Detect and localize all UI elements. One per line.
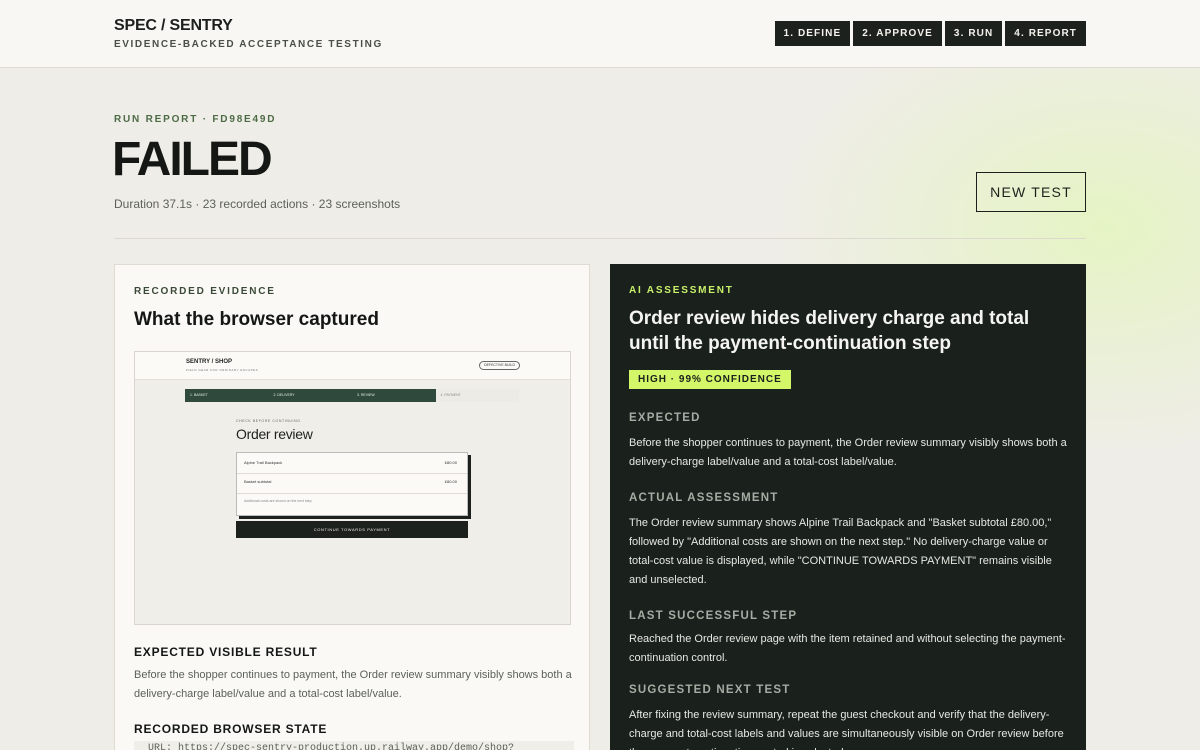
screenshot-row-label: Basket subtotal (244, 479, 272, 484)
expected-visible-heading: EXPECTED VISIBLE RESULT (134, 645, 318, 659)
screenshot-summary-box: Alpine Trail Backpack £80.00 Basket subt… (236, 452, 468, 516)
expected-text: Before the shopper continues to payment,… (629, 437, 1067, 468)
run-status: FAILED (112, 133, 273, 186)
screenshot-title: Order review (236, 426, 313, 442)
browser-state-heading: RECORDED BROWSER STATE (134, 722, 328, 736)
screenshot-note: Additional costs are shown on the next s… (244, 499, 313, 503)
screenshot-row: Alpine Trail Backpack £80.00 (244, 460, 457, 470)
expected-heading: EXPECTED (629, 412, 701, 424)
step-approve[interactable]: 2. APPROVE (853, 21, 942, 46)
screenshot-steps: 1. BASKET 2. DELIVERY 3. REVIEW 4. PAYME… (185, 389, 519, 402)
evidence-eyebrow: RECORDED EVIDENCE (134, 286, 276, 297)
divider (114, 238, 1086, 239)
screenshot-step-payment: 4. PAYMENT (435, 389, 519, 402)
screenshot-row-label: Alpine Trail Backpack (244, 460, 283, 465)
workflow-steps: 1. DEFINE 2. APPROVE 3. RUN 4. REPORT (774, 21, 1086, 46)
evidence-title: What the browser captured (134, 309, 379, 330)
screenshot-badge: DEFECTIVE BUILD (479, 361, 520, 370)
screenshot-header: SENTRY / SHOP FIELD GEAR FOR ORDINARY ES… (135, 352, 570, 380)
screenshot-brand: SENTRY / SHOP (186, 359, 233, 365)
brand-title: SPEC / SENTRY (114, 17, 233, 34)
new-test-button[interactable]: NEW TEST (976, 172, 1086, 212)
run-report-eyebrow: RUN REPORT · FD98E49D (114, 114, 277, 125)
screenshot-step-delivery: 2. DELIVERY (268, 389, 352, 402)
last-step-heading: LAST SUCCESSFUL STEP (629, 610, 798, 622)
screenshot-step-review: 3. REVIEW (352, 389, 436, 402)
ai-assessment-card: AI ASSESSMENT Order review hides deliver… (610, 264, 1086, 750)
last-step-text: Reached the Order review page with the i… (629, 633, 1066, 664)
expected-visible-text: Before the shopper continues to payment,… (134, 669, 572, 700)
screenshot-step-basket: 1. BASKET (185, 389, 269, 402)
actual-text: The Order review summary shows Alpine Tr… (629, 517, 1052, 586)
top-bar: SPEC / SENTRY EVIDENCE-BACKED ACCEPTANCE… (0, 0, 1200, 68)
screenshot-row-divider (237, 473, 467, 474)
step-define[interactable]: 1. DEFINE (774, 21, 851, 46)
ai-title: Order review hides delivery charge and t… (629, 308, 1030, 354)
screenshot-row-value: £80.00 (444, 460, 457, 465)
screenshot-row-divider (237, 493, 467, 494)
run-meta: Duration 37.1s · 23 recorded actions · 2… (114, 197, 401, 211)
next-test-heading: SUGGESTED NEXT TEST (629, 684, 791, 696)
screenshot-row: Basket subtotal £80.00 (244, 479, 457, 489)
screenshot-cta: CONTINUE TOWARDS PAYMENT (236, 521, 468, 538)
step-report[interactable]: 4. REPORT (1005, 21, 1086, 46)
screenshot-kicker: CHECK BEFORE CONTINUING (236, 419, 301, 423)
next-test-text: After fixing the review summary, repeat … (629, 709, 1064, 750)
browser-screenshot[interactable]: SENTRY / SHOP FIELD GEAR FOR ORDINARY ES… (134, 351, 571, 625)
ai-eyebrow: AI ASSESSMENT (629, 285, 734, 296)
step-run[interactable]: 3. RUN (944, 21, 1003, 46)
brand-tagline: EVIDENCE-BACKED ACCEPTANCE TESTING (114, 39, 383, 50)
screenshot-row-value: £80.00 (444, 479, 457, 484)
browser-state-url: URL: https://spec-sentry-production.up.r… (134, 741, 574, 750)
recorded-evidence-card: RECORDED EVIDENCE What the browser captu… (114, 264, 590, 750)
screenshot-brand-sub: FIELD GEAR FOR ORDINARY ESCAPES (186, 368, 259, 372)
confidence-badge: HIGH · 99% CONFIDENCE (629, 370, 791, 389)
brand[interactable]: SPEC / SENTRY EVIDENCE-BACKED ACCEPTANCE… (114, 17, 383, 50)
actual-heading: ACTUAL ASSESSMENT (629, 492, 779, 504)
